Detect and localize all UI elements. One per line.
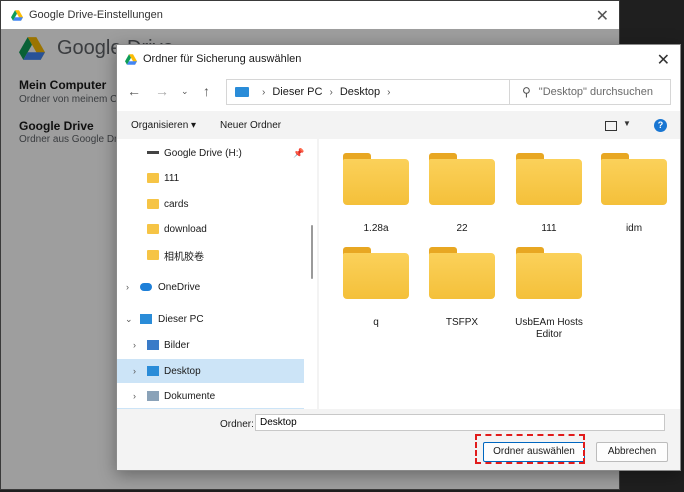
- folder-name: 111: [541, 223, 557, 234]
- nav-item-label: download: [164, 223, 207, 235]
- dialog-footer: Ordner: Ordner auswählen Abbrechen: [117, 409, 680, 470]
- back-arrow-icon[interactable]: ←: [127, 84, 141, 98]
- folder-item[interactable]: idm: [591, 153, 677, 235]
- forward-arrow-icon[interactable]: →: [155, 84, 169, 98]
- nav-item-folder[interactable]: download: [117, 217, 304, 241]
- nav-item-label: 111: [164, 172, 180, 184]
- folder-item[interactable]: 111: [506, 153, 592, 235]
- nav-item-label: Dieser PC: [158, 313, 204, 325]
- cloud-icon: [140, 283, 152, 291]
- organize-label: Organisieren: [131, 120, 189, 131]
- nav-item-this-pc[interactable]: ⌄ Dieser PC: [117, 307, 304, 331]
- nav-item-label: cards: [164, 198, 189, 210]
- nav-item-folder[interactable]: 111: [117, 166, 304, 190]
- folder-name: UsbEAm Hosts Editor: [515, 317, 583, 340]
- folder-name: 1.28a: [363, 223, 389, 234]
- nav-item-documents[interactable]: › Dokumente: [117, 384, 304, 408]
- nav-item-pictures[interactable]: › Bilder: [117, 333, 304, 357]
- close-icon[interactable]: ✕: [657, 50, 670, 70]
- search-placeholder: "Desktop" durchsuchen: [538, 86, 654, 98]
- up-arrow-icon[interactable]: ↑: [203, 84, 210, 98]
- settings-titlebar: Google Drive-Einstellungen: [1, 1, 619, 29]
- nav-item-folder[interactable]: cards: [117, 192, 304, 216]
- folder-icon: [343, 247, 409, 299]
- new-folder-button[interactable]: Neuer Ordner: [220, 120, 281, 131]
- folder-name: q: [373, 317, 379, 328]
- breadcrumb-item[interactable]: Dieser PC: [272, 86, 322, 98]
- folder-field-label: Ordner:: [220, 419, 254, 430]
- chevron-down-icon[interactable]: ⌄: [125, 314, 133, 325]
- nav-item-label: OneDrive: [158, 281, 201, 293]
- folder-icon: [516, 153, 582, 205]
- chevron-right-icon[interactable]: ›: [133, 391, 136, 401]
- folder-icon: [343, 153, 409, 205]
- nav-item-label: Google Drive (H:): [164, 147, 242, 159]
- pictures-icon: [147, 340, 159, 350]
- search-input[interactable]: ⚲ "Desktop" durchsuchen: [509, 79, 671, 105]
- folder-name: idm: [625, 223, 643, 234]
- breadcrumb-item[interactable]: Desktop: [340, 86, 380, 98]
- help-icon[interactable]: ?: [654, 119, 667, 132]
- chevron-right-icon[interactable]: ›: [387, 87, 390, 98]
- drive-icon: [147, 151, 159, 154]
- folder-item[interactable]: q: [333, 247, 419, 329]
- pc-icon: [140, 314, 152, 324]
- command-bar: Organisieren ▾ Neuer Ordner ▼ ?: [117, 111, 680, 139]
- dialog-titlebar: Ordner für Sicherung auswählen ✕: [117, 45, 680, 73]
- folder-picker-dialog: Ordner für Sicherung auswählen ✕ ← → ⌄ ↑…: [116, 44, 681, 471]
- settings-window-title: Google Drive-Einstellungen: [29, 9, 163, 21]
- folder-item[interactable]: UsbEAm Hosts Editor: [506, 247, 592, 341]
- nav-item-label: Desktop: [164, 365, 201, 377]
- folder-item[interactable]: 22: [419, 153, 505, 235]
- chevron-right-icon[interactable]: ›: [262, 87, 265, 98]
- nav-item-onedrive[interactable]: › OneDrive: [117, 275, 304, 299]
- google-drive-logo-icon: [125, 53, 137, 65]
- folder-icon: [147, 173, 159, 183]
- chevron-right-icon[interactable]: ›: [126, 282, 129, 292]
- folder-name-field[interactable]: [255, 414, 665, 431]
- dialog-title: Ordner für Sicherung auswählen: [143, 53, 302, 65]
- folder-icon: [147, 199, 159, 209]
- folder-content-pane: 1.28a 22 111 idm q TSFPX UsbEAm Hosts Ed…: [319, 139, 680, 409]
- pc-icon: [235, 87, 249, 97]
- documents-icon: [147, 391, 159, 401]
- navigation-scrollbar[interactable]: [311, 225, 313, 279]
- google-drive-logo-icon: [11, 9, 23, 21]
- recent-locations-chevron-icon[interactable]: ⌄: [181, 84, 189, 98]
- highlight-marker: [475, 434, 585, 464]
- nav-item-google-drive[interactable]: Google Drive (H:) 📌: [117, 141, 304, 165]
- pin-icon[interactable]: 📌: [293, 148, 304, 159]
- nav-item-label: Dokumente: [164, 390, 216, 402]
- folder-name: TSFPX: [445, 317, 479, 328]
- organize-button[interactable]: Organisieren ▾: [131, 120, 196, 131]
- navigation-bar: ← → ⌄ ↑ › Dieser PC › Desktop › ⌄ ↻ ⚲ "D…: [117, 73, 680, 111]
- view-mode-icon[interactable]: [605, 121, 617, 131]
- cancel-button[interactable]: Abbrechen: [596, 442, 668, 462]
- nav-item-folder[interactable]: 相机胶卷: [117, 243, 304, 267]
- chevron-down-icon[interactable]: ▼: [623, 119, 631, 128]
- chevron-right-icon[interactable]: ›: [329, 87, 332, 98]
- chevron-right-icon[interactable]: ›: [133, 340, 136, 350]
- folder-item[interactable]: 1.28a: [333, 153, 419, 235]
- chevron-right-icon[interactable]: ›: [133, 366, 136, 376]
- folder-icon: [429, 247, 495, 299]
- nav-item-desktop[interactable]: › Desktop: [117, 359, 304, 383]
- settings-close-icon[interactable]: ✕: [596, 6, 609, 26]
- folder-item[interactable]: TSFPX: [419, 247, 505, 329]
- folder-icon: [516, 247, 582, 299]
- folder-name: 22: [456, 223, 468, 234]
- desktop-icon: [147, 366, 159, 376]
- nav-item-label: 相机胶卷: [164, 251, 204, 263]
- folder-icon: [601, 153, 667, 205]
- folder-icon: [429, 153, 495, 205]
- search-icon: ⚲: [522, 85, 531, 99]
- nav-item-label: Bilder: [164, 339, 190, 351]
- folder-icon: [147, 250, 159, 260]
- folder-icon: [147, 224, 159, 234]
